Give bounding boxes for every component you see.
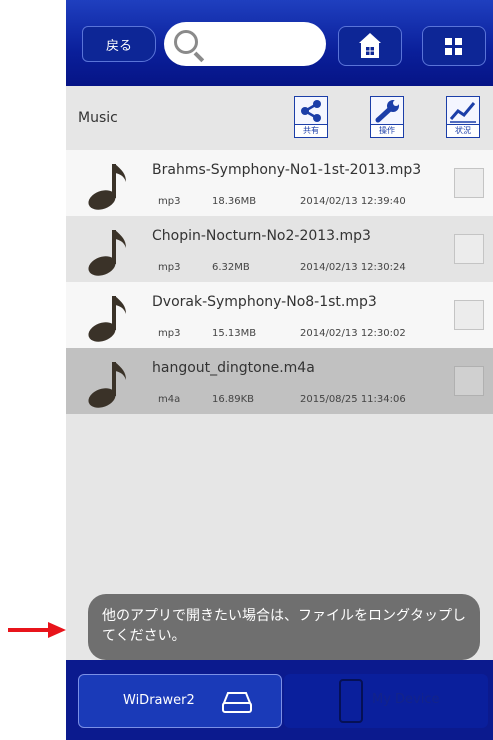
phone-device-icon <box>339 679 363 723</box>
wrench-icon <box>375 100 399 123</box>
file-list: Brahms-Symphony-No1-1st-2013.mp3 mp3 18.… <box>66 150 493 414</box>
tab-widrawer2-label: WiDrawer2 <box>123 693 195 708</box>
music-note-icon <box>88 230 126 276</box>
file-checkbox[interactable] <box>454 234 484 264</box>
home-icon <box>359 33 381 58</box>
tab-my-device-label: My Device <box>372 692 440 707</box>
file-date: 2014/02/13 12:30:02 <box>300 328 406 339</box>
operation-label: 操作 <box>370 124 404 138</box>
file-row[interactable]: Dvorak-Symphony-No8-1st.mp3 mp3 15.13MB … <box>66 282 493 348</box>
file-type: mp3 <box>158 328 181 339</box>
file-date: 2014/02/13 12:30:24 <box>300 262 406 273</box>
back-button[interactable]: 戻る <box>82 26 156 62</box>
search-field[interactable] <box>164 22 326 66</box>
tab-my-device[interactable]: My Device <box>284 674 488 728</box>
app-screen: 戻る Music 共有 操作 状況 Brahms-Symphony-No1-1s… <box>66 0 493 740</box>
tab-widrawer2[interactable]: WiDrawer2 <box>78 674 282 728</box>
line-chart-icon <box>449 102 476 123</box>
file-name: Brahms-Symphony-No1-1st-2013.mp3 <box>152 162 422 178</box>
file-checkbox[interactable] <box>454 168 484 198</box>
status-label: 状況 <box>446 124 480 138</box>
share-button[interactable]: 共有 <box>292 96 328 138</box>
status-button[interactable]: 状況 <box>444 96 480 138</box>
grid-icon <box>445 38 462 55</box>
top-bar: 戻る <box>66 0 493 86</box>
file-name: Chopin-Nocturn-No2-2013.mp3 <box>152 228 371 244</box>
file-size: 16.89KB <box>212 394 255 405</box>
annotation-arrow-icon <box>8 622 66 638</box>
file-checkbox[interactable] <box>454 300 484 330</box>
file-row[interactable]: Chopin-Nocturn-No2-2013.mp3 mp3 6.32MB 2… <box>66 216 493 282</box>
grid-view-button[interactable] <box>422 26 486 66</box>
bottom-tab-bar: WiDrawer2 My Device <box>66 660 493 740</box>
file-row[interactable]: Brahms-Symphony-No1-1st-2013.mp3 mp3 18.… <box>66 150 493 216</box>
folder-title: Music <box>78 110 118 126</box>
file-row[interactable]: hangout_dingtone.m4a m4a 16.89KB 2015/08… <box>66 348 493 414</box>
file-name: Dvorak-Symphony-No8-1st.mp3 <box>152 294 377 310</box>
file-type: mp3 <box>158 196 181 207</box>
music-note-icon <box>88 296 126 342</box>
music-note-icon <box>88 164 126 210</box>
file-size: 15.13MB <box>212 328 257 339</box>
storage-drive-icon <box>222 692 252 713</box>
file-type: mp3 <box>158 262 181 273</box>
toast-message: 他のアプリで開きたい場合は、ファイルをロングタップしてください。 <box>88 594 480 660</box>
share-icon <box>301 100 321 122</box>
file-date: 2015/08/25 11:34:06 <box>300 394 406 405</box>
music-note-icon <box>88 362 126 408</box>
home-button[interactable] <box>338 26 402 66</box>
file-checkbox[interactable] <box>454 366 484 396</box>
file-type: m4a <box>158 394 181 405</box>
file-date: 2014/02/13 12:39:40 <box>300 196 406 207</box>
file-size: 18.36MB <box>212 196 257 207</box>
folder-toolbar: Music 共有 操作 状況 <box>66 86 493 150</box>
share-label: 共有 <box>294 124 328 138</box>
file-name: hangout_dingtone.m4a <box>152 360 315 376</box>
file-size: 6.32MB <box>212 262 250 273</box>
operation-button[interactable]: 操作 <box>368 96 404 138</box>
back-button-label: 戻る <box>105 38 132 54</box>
